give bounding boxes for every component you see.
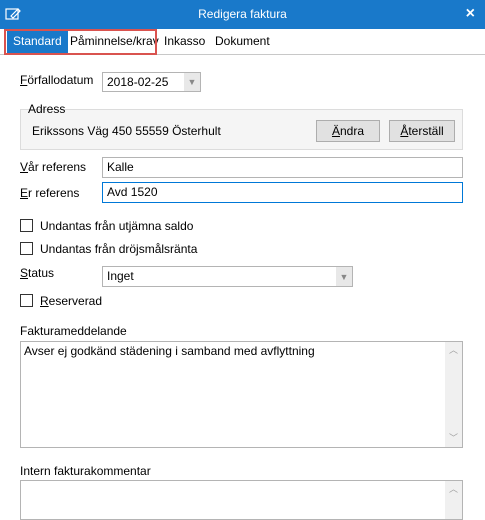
our-reference-input[interactable]: Kalle [102,157,463,178]
reserved-checkbox[interactable] [20,294,33,307]
tab-standard[interactable]: Standard [7,29,68,54]
scroll-up-icon[interactable]: ︿ [445,481,462,498]
title-bar: Redigera faktura × [0,0,485,29]
reset-address-button[interactable]: Återställ [389,120,455,142]
change-address-button[interactable]: Ändra [316,120,380,142]
tab-bar: Standard Påminnelse/krav Inkasso Dokumen… [0,29,485,55]
chevron-down-icon[interactable]: ▼ [336,267,352,286]
your-reference-input[interactable]: Avd 1520 [102,182,463,203]
scroll-down-icon[interactable]: ﹀ [445,430,462,447]
your-reference-label: Er referens [20,186,80,200]
exempt-interest-label: Undantas från dröjsmålsränta [40,242,198,256]
invoice-message-label: Fakturameddelande [20,324,127,338]
tab-documents[interactable]: Dokument [209,29,276,54]
scrollbar[interactable]: ︿ [445,481,462,519]
address-group-title: Adress [28,102,66,116]
internal-comment-label: Intern fakturakommentar [20,464,151,478]
reserved-label: Reserverad [40,294,103,308]
exempt-balance-label: Undantas från utjämna saldo [40,219,194,233]
status-value: Inget [107,269,134,283]
exempt-interest-checkbox[interactable] [20,242,33,255]
tab-reminder[interactable]: Påminnelse/krav [64,29,165,54]
due-date-label: Förfallodatum [20,73,94,87]
status-label: Status [20,266,55,280]
internal-comment-textarea[interactable]: ︿ [20,480,463,520]
chevron-down-icon[interactable]: ▼ [184,73,200,91]
invoice-message-text: Avser ej godkänd städening i samband med… [24,344,315,358]
scroll-up-icon[interactable]: ︿ [445,342,462,359]
our-reference-label: Vår referens [20,160,87,174]
close-icon[interactable]: × [466,5,475,23]
due-date-value: 2018-02-25 [107,75,169,89]
tab-collection[interactable]: Inkasso [158,29,211,54]
address-text: Erikssons Väg 450 55559 Österhult [32,124,221,138]
scrollbar[interactable]: ︿ ﹀ [445,342,462,447]
status-select[interactable]: Inget ▼ [102,266,353,287]
due-date-picker[interactable]: 2018-02-25 ▼ [102,72,201,92]
exempt-balance-checkbox[interactable] [20,219,33,232]
window-title: Redigera faktura [198,7,287,21]
invoice-message-textarea[interactable]: Avser ej godkänd städening i samband med… [20,341,463,448]
